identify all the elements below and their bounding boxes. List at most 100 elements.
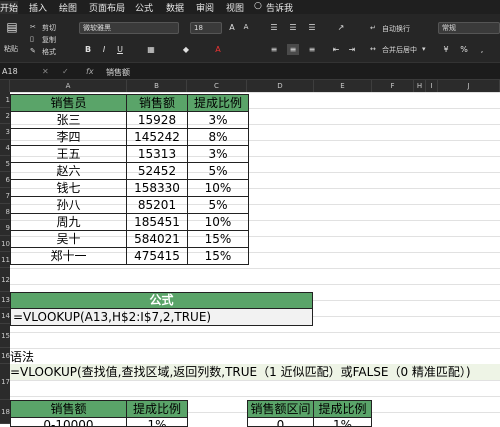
font-name-select[interactable]: 微软雅黑 [79, 22, 179, 34]
menu-formulas[interactable]: 公式 [135, 1, 153, 14]
name-box[interactable]: A18 [2, 67, 18, 76]
table-header-cell[interactable]: 销售额 [126, 94, 188, 112]
row-header[interactable]: 9 [0, 220, 10, 236]
table-cell[interactable]: 孙八 [10, 196, 127, 214]
number-format-select[interactable]: 常规 [438, 22, 500, 34]
row-header[interactable]: 15 [0, 324, 10, 348]
align-bottom-icon[interactable]: ☰ [306, 22, 318, 33]
table-cell[interactable]: 1% [313, 417, 372, 427]
table-cell[interactable]: 475415 [126, 247, 188, 265]
table-cell[interactable]: 52452 [126, 162, 188, 180]
orientation-icon[interactable]: ↗ [335, 22, 347, 33]
wrap-text-button[interactable]: 自动换行 [382, 24, 410, 34]
align-top-icon[interactable]: ☰ [268, 22, 280, 33]
table-cell[interactable]: 10% [187, 179, 249, 197]
table-cell[interactable]: 赵六 [10, 162, 127, 180]
menu-review[interactable]: 审阅 [196, 1, 214, 14]
column-header-d[interactable]: D [247, 80, 314, 92]
copy-button[interactable]: 复制 [42, 35, 56, 45]
font-size-select[interactable]: 18 [190, 22, 222, 34]
syntax-text[interactable]: =VLOOKUP(查找值,查找区域,返回列数,TRUE（1 近似匹配）或FALS… [10, 364, 500, 380]
merge-icon[interactable]: ↔ [370, 45, 376, 53]
align-middle-icon[interactable]: ☰ [287, 22, 299, 33]
comma-style-icon[interactable]: , [476, 44, 488, 55]
format-painter-button[interactable]: 格式 [42, 47, 56, 57]
currency-icon[interactable]: ¥ [440, 44, 452, 55]
paste-label[interactable]: 粘贴 [4, 44, 18, 54]
row-header[interactable]: 12 [0, 268, 10, 292]
menu-tell-me[interactable]: 告诉我 [266, 1, 293, 14]
italic-button[interactable]: I [98, 44, 110, 55]
table-cell[interactable]: 李四 [10, 128, 127, 146]
table-cell[interactable]: 15928 [126, 111, 188, 129]
column-header-c[interactable]: C [187, 80, 247, 92]
column-header-i[interactable]: I [426, 80, 438, 92]
menu-data[interactable]: 数据 [166, 1, 184, 14]
row-header[interactable]: 11 [0, 252, 10, 268]
row-header[interactable]: 2 [0, 108, 10, 124]
row-header[interactable]: 4 [0, 140, 10, 156]
align-right-icon[interactable]: ≡ [306, 44, 318, 55]
wrap-text-icon[interactable]: ↵ [370, 24, 376, 32]
menu-draw[interactable]: 绘图 [59, 1, 77, 14]
table-cell[interactable]: 3% [187, 111, 249, 129]
table-cell[interactable]: 15% [187, 247, 249, 265]
merge-center-button[interactable]: 合并后居中 [382, 45, 417, 55]
decrease-indent-icon[interactable]: ⇤ [330, 44, 342, 55]
bold-button[interactable]: B [82, 44, 94, 55]
column-header-b[interactable]: B [127, 80, 187, 92]
increase-font-icon[interactable]: A [226, 22, 238, 33]
format-painter-icon[interactable]: ✎ [30, 47, 36, 55]
row-header[interactable]: 17 [0, 364, 10, 400]
table-cell[interactable]: 3% [187, 145, 249, 163]
table-cell[interactable]: 10% [187, 213, 249, 231]
menu-view[interactable]: 视图 [226, 1, 244, 14]
decrease-font-icon[interactable]: A [240, 22, 252, 33]
column-header-e[interactable]: E [314, 80, 372, 92]
select-all-corner[interactable] [0, 80, 10, 92]
cancel-icon[interactable]: ✕ [42, 67, 49, 76]
table-cell[interactable]: 85201 [126, 196, 188, 214]
menu-insert[interactable]: 插入 [29, 1, 47, 14]
row-header[interactable]: 14 [0, 308, 10, 324]
syntax-label[interactable]: 语法 [10, 348, 34, 365]
table-cell[interactable]: 158330 [126, 179, 188, 197]
align-center-icon[interactable]: ≡ [287, 44, 299, 55]
percent-icon[interactable]: % [458, 44, 470, 55]
column-header-j[interactable]: J [438, 80, 500, 92]
row-header[interactable]: 7 [0, 188, 10, 204]
column-header-h[interactable]: H [414, 80, 426, 92]
table-cell[interactable]: 15313 [126, 145, 188, 163]
row-header[interactable]: 5 [0, 156, 10, 172]
paste-icon[interactable]: ▤ [4, 21, 20, 38]
table-cell[interactable]: 15% [187, 230, 249, 248]
table-cell[interactable]: 0 [247, 417, 314, 427]
table-header-cell[interactable]: 销售额区间 [247, 400, 314, 418]
fill-color-icon[interactable]: ◆ [180, 44, 192, 55]
enter-icon[interactable]: ✓ [62, 67, 69, 76]
row-header[interactable]: 6 [0, 172, 10, 188]
table-cell[interactable]: 郑十一 [10, 247, 127, 265]
formula-box-content[interactable]: =VLOOKUP(A13,H$2:I$7,2,TRUE) [10, 308, 313, 326]
cut-button[interactable]: 剪切 [42, 23, 56, 33]
row-header[interactable]: 10 [0, 236, 10, 252]
table-header-cell[interactable]: 销售员 [10, 94, 127, 112]
table-cell[interactable]: 吴十 [10, 230, 127, 248]
chevron-down-icon[interactable]: ▾ [422, 45, 426, 53]
table-cell[interactable]: 1% [126, 417, 188, 427]
table-cell[interactable]: 王五 [10, 145, 127, 163]
formula-box-title[interactable]: 公式 [10, 292, 313, 309]
table-cell[interactable]: 185451 [126, 213, 188, 231]
borders-icon[interactable]: ▦ [145, 44, 157, 55]
table-header-cell[interactable]: 提成比例 [187, 94, 249, 112]
column-header-a[interactable]: A [10, 80, 127, 92]
table-cell[interactable]: 145242 [126, 128, 188, 146]
underline-button[interactable]: U [114, 44, 126, 55]
table-header-cell[interactable]: 提成比例 [126, 400, 188, 418]
table-cell[interactable]: 584021 [126, 230, 188, 248]
menu-page-layout[interactable]: 页面布局 [89, 1, 125, 14]
row-header[interactable]: 18 [0, 400, 10, 424]
column-header-f[interactable]: F [372, 80, 414, 92]
align-left-icon[interactable]: ≡ [268, 44, 280, 55]
table-cell[interactable]: 周九 [10, 213, 127, 231]
